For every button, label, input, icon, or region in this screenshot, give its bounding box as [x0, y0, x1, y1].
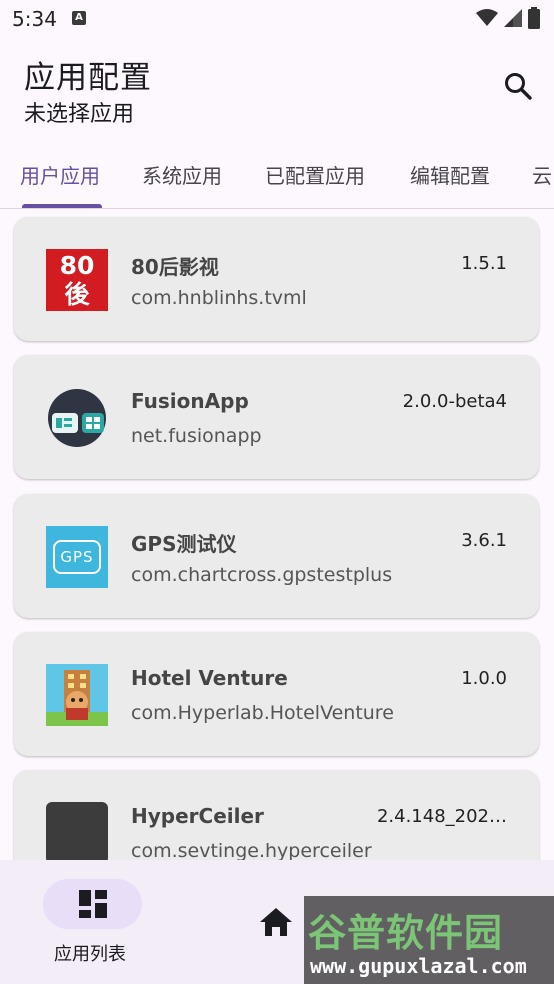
- app-card[interactable]: GPS GPS测试仪 com.chartcross.gpstestplus 3.…: [14, 494, 539, 618]
- page-title: 应用配置: [24, 60, 152, 96]
- hyperceiler-icon: [46, 802, 108, 860]
- dashboard-icon: [78, 890, 107, 918]
- hotel-venture-icon: [46, 664, 108, 726]
- app-package: com.chartcross.gpstestplus: [131, 564, 393, 586]
- fusionapp-icon: [48, 389, 106, 447]
- status-icons: [476, 7, 540, 29]
- app-name: 80后影视: [131, 255, 219, 279]
- app-card[interactable]: Hotel Venture com.Hyperlab.HotelVenture …: [14, 632, 539, 756]
- gps-icon-label: GPS: [60, 548, 94, 566]
- tab-bar: 用户应用 系统应用 已配置应用 编辑配置 云: [0, 142, 554, 209]
- tab-system-apps[interactable]: 系统应用: [142, 160, 222, 189]
- status-bar: 5:34 A: [0, 0, 554, 38]
- app-name: Hotel Venture: [131, 666, 288, 690]
- 80hou-logo-text: 80後: [59, 251, 95, 309]
- app-card[interactable]: HyperCeiler com.sevtinge.hyperceiler 2.4…: [14, 770, 539, 860]
- search-icon: [505, 73, 532, 100]
- app-version: 2.0.0-beta4: [402, 391, 507, 412]
- app-package: com.Hyperlab.HotelVenture: [131, 702, 394, 724]
- tab-edit-config[interactable]: 编辑配置: [410, 160, 490, 189]
- 80hou-logo-icon: 80後: [46, 249, 108, 311]
- page-subtitle: 未选择应用: [24, 102, 135, 127]
- app-version: 1.5.1: [461, 253, 507, 274]
- gps-test-icon: GPS: [46, 526, 108, 588]
- tab-indicator: [22, 204, 102, 208]
- app-name: HyperCeiler: [131, 804, 264, 828]
- app-version: 2.4.148_202…: [376, 806, 507, 827]
- nav-app-list-label: 应用列表: [54, 944, 126, 965]
- app-list: 80後 80后影视 com.hnblinhs.tvml 1.5.1 Fusion…: [0, 209, 554, 860]
- notification-a-icon: A: [72, 11, 86, 25]
- watermark-title: 谷普软件园: [308, 911, 504, 955]
- watermark-url: www.gupuxlazal.com: [310, 954, 527, 978]
- nav-home-button[interactable]: [258, 906, 294, 942]
- app-bar: 应用配置 未选择应用: [0, 38, 554, 142]
- signal-icon: [504, 9, 522, 27]
- nav-app-list-button[interactable]: [43, 879, 142, 929]
- app-version: 3.6.1: [461, 530, 507, 551]
- tab-configured-apps[interactable]: 已配置应用: [265, 160, 365, 189]
- app-name: FusionApp: [131, 389, 249, 413]
- app-package: net.fusionapp: [131, 425, 262, 447]
- gps-test-icon-badge: GPS: [53, 540, 101, 574]
- app-package: com.hnblinhs.tvml: [131, 287, 307, 309]
- wifi-icon: [476, 9, 498, 26]
- tab-cloud[interactable]: 云: [532, 160, 552, 189]
- app-version: 1.0.0: [461, 668, 507, 689]
- app-name: GPS测试仪: [131, 532, 237, 556]
- search-button[interactable]: [496, 64, 540, 108]
- status-time: 5:34: [12, 7, 57, 31]
- watermark: 谷普软件园 www.gupuxlazal.com: [304, 896, 554, 984]
- battery-icon: [528, 7, 540, 29]
- app-card[interactable]: 80後 80后影视 com.hnblinhs.tvml 1.5.1: [14, 217, 539, 341]
- app-package: com.sevtinge.hyperceiler: [131, 840, 372, 860]
- home-icon: [260, 908, 292, 936]
- tab-user-apps[interactable]: 用户应用: [20, 160, 100, 189]
- app-card[interactable]: FusionApp net.fusionapp 2.0.0-beta4: [14, 355, 539, 479]
